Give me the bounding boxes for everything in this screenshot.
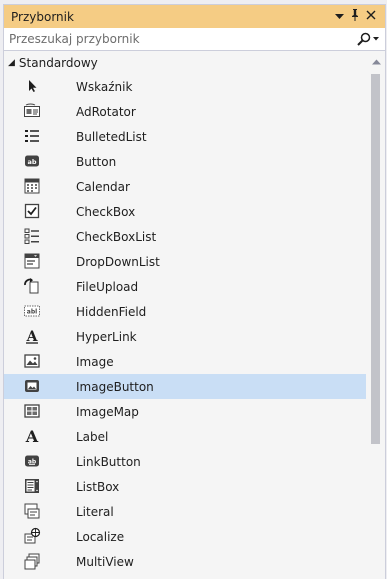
link-button-icon: ab [23, 452, 41, 470]
toolbox-item-linkbutton[interactable]: ab LinkButton [4, 449, 366, 474]
toolbox-item-bulletedlist[interactable]: BulletedList [4, 124, 366, 149]
toolbox-item-hiddenfield[interactable]: abl HiddenField [4, 299, 366, 324]
checkbox-list-icon [23, 227, 41, 245]
multiview-icon [23, 552, 41, 570]
toolbox-title-bar[interactable]: Przybornik [4, 5, 385, 28]
toolbox-item-dropdownlist[interactable]: DropDownList [4, 249, 366, 274]
toolbox-item-literal[interactable]: Literal [4, 499, 366, 524]
panel-title: Przybornik [11, 9, 74, 24]
toolbox-item-imagebutton[interactable]: ImageButton [4, 374, 366, 399]
adrotator-icon [23, 102, 41, 120]
scroll-up-arrow-icon[interactable] [367, 54, 385, 70]
toolbox-item-localize[interactable]: Localize [4, 524, 366, 549]
pin-icon[interactable] [347, 9, 363, 24]
dropdown-menu-icon[interactable] [331, 10, 347, 23]
toolbox-item-imagemap[interactable]: ImageMap [4, 399, 366, 424]
toolbox-item-label: CheckBox [76, 204, 136, 219]
toolbox-item-image[interactable]: Image [4, 349, 366, 374]
checkbox-icon [23, 202, 41, 220]
toolbox-panel: Przybornik ◢ Standardowy Wskaźnik [3, 4, 386, 579]
scrollbar-thumb[interactable] [371, 74, 380, 444]
toolbox-item-label: Wskaźnik [76, 79, 133, 94]
button-ab-icon: ab [23, 152, 41, 170]
localize-icon [23, 527, 41, 545]
toolbox-item-label: MultiView [76, 554, 134, 569]
list-box-icon [23, 477, 41, 495]
image-button-icon [23, 377, 41, 395]
toolbox-item-label: Localize [76, 529, 125, 544]
calendar-icon [23, 177, 41, 195]
image-map-icon [23, 402, 41, 420]
toolbox-item-label-text: Label [76, 429, 109, 444]
hidden-field-icon: abl [23, 302, 41, 320]
toolbox-item-calendar[interactable]: Calendar [4, 174, 366, 199]
toolbox-item-label: DropDownList [76, 254, 160, 269]
dropdown-list-icon [23, 252, 41, 270]
toolbox-item-label: Button [76, 154, 117, 169]
toolbox-item-label: HiddenField [76, 304, 147, 319]
group-header-standardowy[interactable]: ◢ Standardowy [4, 52, 385, 74]
search-options-chevron-icon[interactable] [373, 37, 379, 41]
toolbox-item-label: ImageMap [76, 404, 139, 419]
toolbox-item-label: Image [76, 354, 114, 369]
toolbox-search-bar [4, 28, 385, 51]
toolbox-item-hyperlink[interactable]: A HyperLink [4, 324, 366, 349]
hyperlink-a-icon: A [23, 327, 41, 345]
toolbox-item-adrotator[interactable]: AdRotator [4, 99, 366, 124]
toolbox-item-label: FileUpload [76, 279, 139, 294]
bulleted-list-icon [23, 127, 41, 145]
toolbox-item-listbox[interactable]: ListBox [4, 474, 366, 499]
svg-text:abl: abl [27, 309, 37, 316]
toolbox-item-label: AdRotator [76, 104, 136, 119]
toolbox-item-label[interactable]: A Label [4, 424, 366, 449]
toolbox-item-wskaznik[interactable]: Wskaźnik [4, 74, 366, 99]
toolbox-item-checkbox[interactable]: CheckBox [4, 199, 366, 224]
toolbox-item-label: ListBox [76, 479, 120, 494]
vertical-scrollbar[interactable] [367, 52, 385, 579]
file-upload-icon [23, 277, 41, 295]
search-input[interactable] [9, 32, 357, 46]
toolbox-item-label: ImageButton [76, 379, 154, 394]
toolbox-item-label: LinkButton [76, 454, 141, 469]
toolbox-item-button[interactable]: ab Button [4, 149, 366, 174]
toolbox-item-label: HyperLink [76, 329, 137, 344]
image-icon [23, 352, 41, 370]
toolbox-item-label: CheckBoxList [76, 229, 157, 244]
toolbox-content: ◢ Standardowy Wskaźnik AdRotator Bullete… [4, 52, 385, 579]
toolbox-item-checkboxlist[interactable]: CheckBoxList [4, 224, 366, 249]
toolbox-item-fileupload[interactable]: FileUpload [4, 274, 366, 299]
toolbox-item-multiview[interactable]: MultiView [4, 549, 366, 574]
toolbox-item-label: Calendar [76, 179, 130, 194]
svg-text:ab: ab [27, 158, 36, 166]
toolbox-item-label: BulletedList [76, 129, 147, 144]
pointer-arrow-icon [23, 77, 41, 95]
expand-triangle-icon[interactable]: ◢ [8, 58, 15, 68]
group-label: Standardowy [18, 56, 98, 70]
toolbox-item-label: Literal [76, 504, 114, 519]
close-icon[interactable] [363, 10, 379, 23]
literal-icon [23, 502, 41, 520]
search-icon[interactable] [357, 32, 379, 46]
label-a-icon: A [23, 427, 41, 445]
toolbox-item-list: Wskaźnik AdRotator BulletedList ab Butto… [4, 74, 366, 579]
svg-text:A: A [25, 427, 39, 445]
